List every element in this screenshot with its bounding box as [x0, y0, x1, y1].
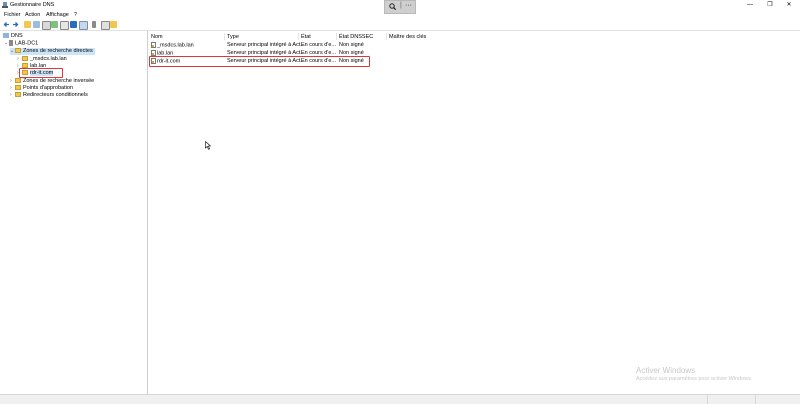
tree-item-conditional-forwarders[interactable]: › Redirecteurs conditionnels [10, 92, 88, 99]
menu-action[interactable]: Action [25, 12, 40, 18]
column-header-key-master[interactable]: Maître des clés [389, 34, 426, 40]
console-tree: DNS ⌄ LAB-DC1 ⌄ Zones de recherche directe… [0, 31, 148, 394]
help-icon[interactable] [70, 21, 77, 28]
server-icon[interactable] [92, 21, 96, 28]
zone-icon [22, 56, 28, 62]
tree-item-server[interactable]: ⌄ LAB-DC1 [4, 40, 38, 47]
row-name-cell: _msdcs.lab.lan [151, 42, 194, 48]
minimize-button[interactable]: — [739, 0, 761, 10]
folder-icon [15, 85, 21, 91]
activation-watermark-subtitle: Accédez aux paramètres pour activer Wind… [636, 376, 753, 382]
back-arrow-icon[interactable] [3, 21, 10, 28]
window-title: Gestionnaire DNS [10, 2, 55, 8]
properties-icon[interactable] [42, 21, 51, 30]
tree-item-forward-zones[interactable]: ⌄ Zones de recherche directes [10, 48, 95, 55]
folder-icon[interactable] [110, 21, 117, 28]
mouse-cursor-icon [205, 141, 211, 150]
menu-bar: Fichier Action Affichage ? [0, 11, 800, 19]
column-header-nom[interactable]: Nom [151, 34, 163, 40]
column-header-etat[interactable]: État [301, 34, 311, 40]
tree-item-zone-msdcs[interactable]: › _msdcs.lab.lan [17, 56, 67, 63]
remote-bar-separator: | [400, 2, 402, 9]
row-state-cell: En cours d'e... [301, 42, 336, 48]
tree-item-trust-points[interactable]: › Points d'approbation [10, 85, 73, 92]
dns-root-icon [3, 33, 9, 39]
zone-icon [151, 42, 156, 48]
folder-icon [15, 48, 21, 54]
folder-icon [15, 92, 21, 98]
tree-label: DNS [11, 33, 23, 39]
list-icon[interactable] [101, 21, 110, 30]
console-tree-icon[interactable] [33, 21, 40, 28]
column-header-dnssec[interactable]: État DNSSEC [339, 34, 373, 40]
tree-label: _msdcs.lab.lan [30, 56, 67, 62]
tree-label: Points d'approbation [23, 85, 73, 91]
row-dnssec-cell: Non signé [339, 42, 364, 48]
menu-affichage[interactable]: Affichage [46, 12, 69, 18]
column-divider[interactable] [336, 33, 337, 40]
more-options-button[interactable]: ··· [405, 2, 412, 9]
forward-arrow-icon[interactable] [12, 21, 19, 28]
column-divider[interactable] [224, 33, 225, 40]
column-header-type[interactable]: Type [227, 34, 239, 40]
tree-item-reverse-zones[interactable]: › Zones de recherche inversée [10, 78, 94, 85]
split-view-icon[interactable] [79, 21, 88, 30]
folder-up-icon[interactable] [24, 21, 31, 28]
row-type-cell: Serveur principal intégré à Act... [227, 42, 305, 48]
server-icon [9, 40, 13, 46]
annotation-box-list [149, 56, 370, 67]
export-list-icon[interactable] [60, 21, 69, 30]
zone-list: Nom Type État État DNSSEC Maître des clé… [148, 31, 794, 394]
tree-item-dns[interactable]: DNS [3, 33, 23, 40]
dns-app-icon [2, 2, 8, 8]
tree-label: LAB-DC1 [15, 40, 39, 47]
activation-watermark-title: Activer Windows [636, 366, 696, 375]
column-divider[interactable] [298, 33, 299, 40]
toolbar [0, 19, 800, 31]
cell-text: _msdcs.lab.lan [157, 42, 194, 49]
tree-label: Zones de recherche directes [23, 48, 93, 54]
tree-label: Zones de recherche inversée [23, 78, 95, 84]
column-divider[interactable] [386, 33, 387, 40]
close-button[interactable]: ✕ [778, 0, 800, 10]
menu-help[interactable]: ? [74, 12, 77, 18]
refresh-icon[interactable] [51, 21, 58, 28]
folder-icon [15, 78, 21, 84]
annotation-box-tree [19, 68, 63, 78]
menu-fichier[interactable]: Fichier [4, 12, 21, 18]
tree-label: Redirecteurs conditionnels [23, 92, 88, 98]
